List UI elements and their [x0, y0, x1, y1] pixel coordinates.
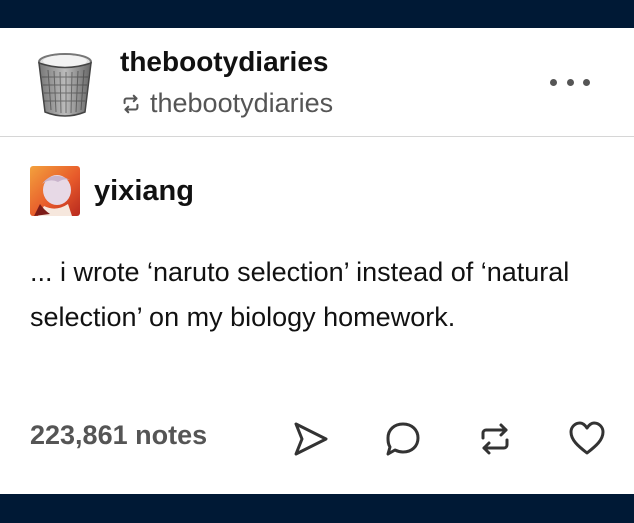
- reblogged-from[interactable]: thebootydiaries: [120, 88, 333, 119]
- post-author[interactable]: yixiang: [30, 166, 194, 216]
- reply-icon[interactable]: [384, 420, 422, 458]
- dot: [550, 78, 557, 86]
- post-card: thebootydiaries thebootydiaries yixiang …: [0, 28, 634, 494]
- reblog-icon[interactable]: [476, 420, 514, 458]
- post-body: ... i wrote ‘naruto selection’ instead o…: [30, 257, 570, 332]
- author-name[interactable]: yixiang: [94, 175, 194, 208]
- trash-can-icon[interactable]: [36, 52, 94, 118]
- dot: [583, 78, 590, 86]
- heart-icon[interactable]: [568, 420, 606, 458]
- more-dots-icon[interactable]: [550, 72, 590, 92]
- header-divider: [0, 136, 634, 137]
- reblog-icon: [123, 94, 139, 113]
- dot: [566, 78, 574, 86]
- blog-name[interactable]: thebootydiaries: [120, 46, 328, 78]
- notes-count[interactable]: 223,861 notes: [30, 420, 207, 451]
- author-avatar[interactable]: [30, 166, 80, 216]
- share-icon[interactable]: [292, 420, 330, 458]
- author-avatar-image: [34, 175, 72, 216]
- reblogged-from-name: thebootydiaries: [150, 88, 334, 118]
- post-header: thebootydiaries thebootydiaries: [0, 28, 634, 136]
- post-footer: 223,861 notes: [30, 418, 610, 458]
